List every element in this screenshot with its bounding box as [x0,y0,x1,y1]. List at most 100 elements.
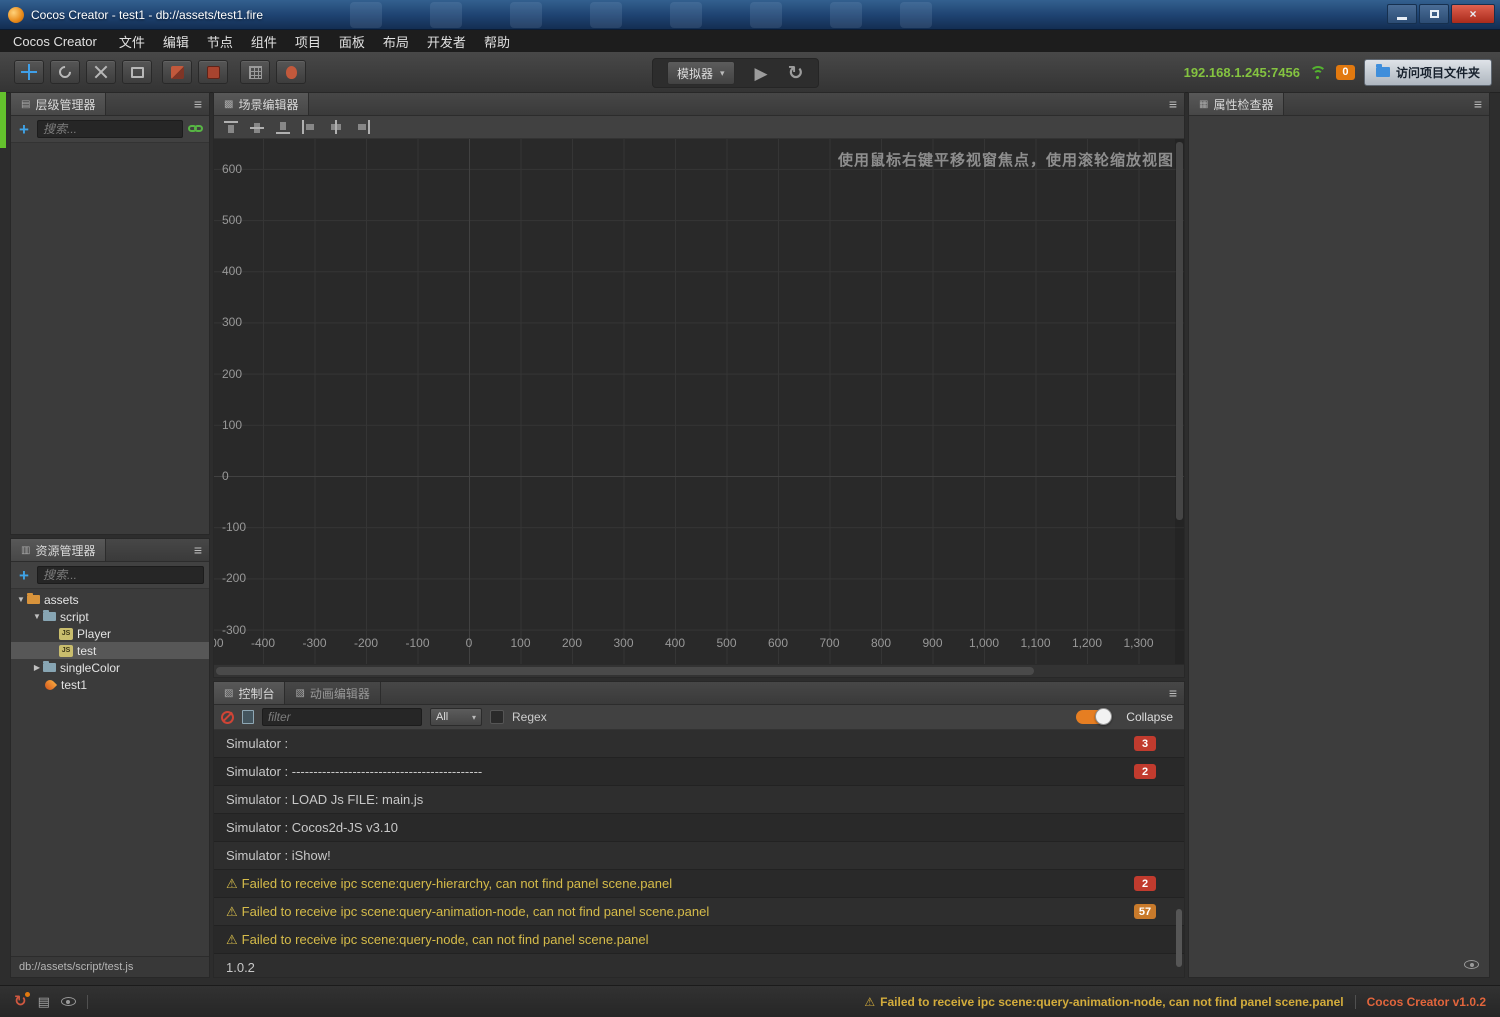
texture-debug-button[interactable] [162,60,192,84]
align-center-button[interactable] [327,119,345,135]
console-menu-icon[interactable]: ≡ [1169,682,1177,704]
asset-tree-item[interactable]: ▶ singleColor [11,659,209,676]
open-project-folder-button[interactable]: 访问项目文件夹 [1363,58,1492,86]
console-row[interactable]: ⚠ Failed to receive ipc scene:query-anima… [214,898,1184,926]
scene-x-axis-label: 600 [767,636,789,650]
console-row[interactable]: ⚠ Failed to receive ipc scene:query-hiera… [214,870,1184,898]
menu-item-5[interactable]: 项目 [286,32,330,51]
close-button[interactable]: × [1451,4,1495,24]
grid-toggle-button[interactable] [240,60,270,84]
scrollbar-thumb[interactable] [1176,909,1182,967]
window-title: Cocos Creator - test1 - db://assets/test… [31,7,264,22]
expand-arrow-icon[interactable]: ▶ [31,663,43,672]
console-row[interactable]: Simulator : iShow! [214,842,1184,870]
menu-item-3[interactable]: 节点 [198,32,242,51]
hierarchy-tree-body[interactable] [11,143,209,534]
rect-tool-button[interactable] [122,60,152,84]
scrollbar-thumb[interactable] [216,667,1034,675]
add-asset-button[interactable]: + [16,567,32,584]
collapse-arrow-icon[interactable]: ▼ [31,612,43,621]
app-version[interactable]: Cocos Creator v1.0.2 [1367,995,1486,1009]
asset-tree-item[interactable]: ▼ assets [11,591,209,608]
scene-canvas[interactable]: 使用鼠标右键平移视窗焦点，使用滚轮缩放视图 600 500 400 300 200 100… [214,139,1184,664]
console-row[interactable]: 1.0.2 [214,954,1184,977]
menu-item-9[interactable]: 帮助 [475,32,519,51]
asset-tree-item[interactable]: ▼ script [11,608,209,625]
statusbar-warning[interactable]: ⚠ Failed to receive ipc scene:query-anim… [864,995,1343,1009]
assets-search-input[interactable] [37,566,204,584]
tab-scene[interactable]: ▩ 场景编辑器 [214,93,310,115]
collapse-toggle[interactable] [1076,708,1113,725]
warning-icon: ⚠ [226,903,238,919]
inspector-menu-icon[interactable]: ≡ [1474,93,1482,115]
scene-menu-icon[interactable]: ≡ [1169,93,1177,115]
titlebar[interactable]: Cocos Creator - test1 - db://assets/test… [0,0,1500,30]
tab-inspector[interactable]: ▦ 属性检查器 [1189,93,1285,115]
regex-checkbox[interactable] [490,710,504,724]
aero-glass-reflection [510,2,542,28]
play-button[interactable]: ▶ [755,65,768,82]
sync-status-icon[interactable]: ↻ [14,992,30,1009]
align-left-button[interactable] [301,119,319,135]
hierarchy-search-input[interactable] [37,120,183,138]
wifi-icon [1309,65,1327,79]
rotate-tool-button[interactable] [50,60,80,84]
tab-assets[interactable]: ▥ 资源管理器 [11,539,107,561]
align-top-button[interactable] [223,120,241,135]
minimize-button[interactable] [1387,4,1417,24]
move-tool-button[interactable] [14,60,44,84]
menu-item-6[interactable]: 面板 [330,32,374,51]
asset-tree-item[interactable]: JS test [11,642,209,659]
align-right-button[interactable] [353,119,371,135]
asset-tree-item[interactable]: JS Player [11,625,209,642]
menu-item-7[interactable]: 布局 [374,32,418,51]
refresh-button[interactable]: ↻ [788,64,804,83]
align-middle-button[interactable] [249,120,267,135]
toggle-knob[interactable] [1095,708,1113,725]
console-scrollbar[interactable] [1175,728,1183,975]
hierarchy-menu-icon[interactable]: ≡ [194,93,202,115]
collision-debug-button[interactable] [198,60,228,84]
aero-glass-reflection [830,2,862,28]
console-tab-icon: ▨ [224,687,234,699]
menu-item-8[interactable]: 开发者 [418,32,475,51]
scene-horizontal-scrollbar[interactable] [214,664,1184,677]
menu-item-1[interactable]: 文件 [110,32,154,51]
eye-icon[interactable] [1464,960,1479,969]
asset-label: script [60,609,89,624]
scale-tool-button[interactable] [86,60,116,84]
window-controls: × [1387,4,1495,24]
log-filter-input[interactable] [262,708,422,726]
open-project-label: 访问项目文件夹 [1395,65,1480,80]
scene-vertical-scrollbar[interactable] [1175,139,1184,664]
console-row[interactable]: ⚠ Failed to receive ipc scene:query-node,… [214,926,1184,954]
clear-console-button[interactable] [221,710,234,724]
menu-item-4[interactable]: 组件 [242,32,286,51]
console-row[interactable]: Simulator : 3 [214,730,1184,758]
add-node-button[interactable]: + [16,121,32,138]
visibility-icon[interactable] [60,997,76,1006]
scene-x-axis-label: -400 [250,636,276,650]
engine-debug-button[interactable] [276,60,306,84]
log-level-select[interactable]: All ▾ [430,708,482,726]
tab-animation-editor[interactable]: ▧ 动画编辑器 [285,682,381,704]
link-icon[interactable] [188,124,204,134]
scrollbar-thumb[interactable] [1176,142,1183,520]
assets-menu-icon[interactable]: ≡ [194,539,202,561]
console-row[interactable]: Simulator : LOAD Js FILE: main.js [214,786,1184,814]
maximize-button[interactable] [1419,4,1449,24]
export-log-button[interactable] [242,710,254,724]
simulator-dropdown[interactable]: 模拟器 ▾ [667,61,735,85]
notification-badge[interactable]: 0 [1335,64,1355,80]
log-list-icon[interactable]: ▤ [38,995,50,1008]
menu-item-2[interactable]: 编辑 [154,32,198,51]
tab-hierarchy[interactable]: ▤ 层级管理器 [11,93,107,115]
align-bottom-button[interactable] [275,120,293,135]
console-row[interactable]: Simulator : ----------------------------… [214,758,1184,786]
collapse-arrow-icon[interactable]: ▼ [15,595,27,604]
aero-glass-reflection [430,2,462,28]
scene-x-axis-label: 700 [819,636,840,650]
asset-tree-item[interactable]: test1 [11,676,209,693]
console-row[interactable]: Simulator : Cocos2d-JS v3.10 [214,814,1184,842]
tab-console[interactable]: ▨ 控制台 [214,682,286,704]
